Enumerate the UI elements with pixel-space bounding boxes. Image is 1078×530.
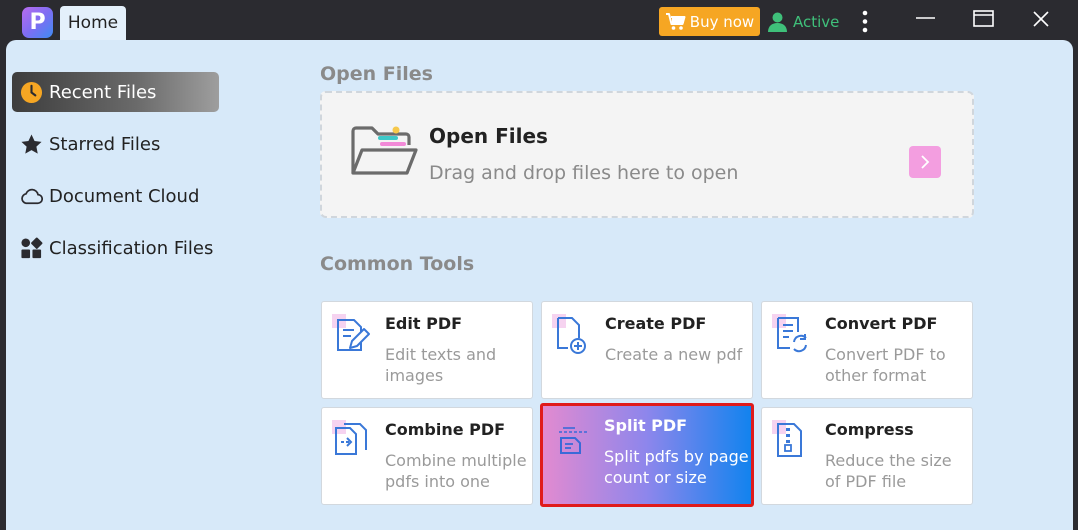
user-icon bbox=[768, 12, 787, 32]
open-files-heading: Open Files bbox=[320, 63, 433, 85]
category-icon bbox=[21, 237, 43, 258]
tool-create-pdf[interactable]: Create PDF Create a new pdf bbox=[541, 301, 753, 399]
account-status[interactable]: Active bbox=[768, 8, 839, 36]
tool-title: Edit PDF bbox=[385, 314, 463, 333]
minimize-icon bbox=[916, 17, 935, 19]
chevron-right-icon bbox=[921, 155, 930, 169]
tool-description: Reduce the size of PDF file bbox=[825, 451, 952, 491]
tool-split-pdf[interactable]: Split PDF Split pdfs by page count or si… bbox=[540, 403, 754, 507]
tool-description: Create a new pdf bbox=[605, 345, 743, 364]
status-label: Active bbox=[793, 13, 840, 31]
maximize-icon bbox=[973, 10, 994, 27]
cloud-icon bbox=[21, 188, 43, 204]
edit-pdf-icon bbox=[332, 314, 370, 351]
tab-home[interactable]: Home bbox=[60, 6, 126, 40]
sidebar-item-starred-files[interactable]: Starred Files bbox=[12, 124, 219, 164]
combine-pdf-icon bbox=[332, 420, 367, 455]
tool-title: Create PDF bbox=[605, 314, 707, 333]
tool-title: Compress bbox=[825, 420, 914, 439]
buy-now-button[interactable]: Buy now bbox=[659, 7, 760, 36]
tool-combine-pdf[interactable]: Combine PDF Combine multiple pdfs into o… bbox=[321, 407, 533, 505]
split-pdf-icon bbox=[559, 427, 587, 454]
convert-pdf-icon bbox=[772, 314, 807, 353]
close-button[interactable] bbox=[1019, 4, 1063, 34]
tool-description: Combine multiple pdfs into one bbox=[385, 451, 527, 491]
sidebar-item-document-cloud[interactable]: Document Cloud bbox=[12, 176, 219, 216]
app-logo: P bbox=[22, 7, 53, 38]
maximize-button[interactable] bbox=[961, 4, 1005, 34]
tool-edit-pdf[interactable]: Edit PDF Edit texts and images bbox=[321, 301, 533, 399]
star-icon bbox=[21, 133, 42, 154]
tool-title: Convert PDF bbox=[825, 314, 938, 333]
tool-description: Split pdfs by page count or size bbox=[604, 447, 749, 487]
open-folder-icon bbox=[351, 126, 418, 175]
open-files-arrow-button[interactable] bbox=[909, 146, 941, 178]
buy-now-label: Buy now bbox=[689, 12, 755, 31]
tool-convert-pdf[interactable]: Convert PDF Convert PDF to other format bbox=[761, 301, 973, 399]
tool-title: Split PDF bbox=[604, 416, 688, 435]
common-tools-heading: Common Tools bbox=[320, 253, 475, 275]
open-files-title: Open Files bbox=[429, 124, 548, 148]
home-content: Recent Files Starred Files Document Clou… bbox=[6, 40, 1073, 530]
close-icon bbox=[1033, 11, 1049, 27]
sidebar-item-label: Starred Files bbox=[49, 133, 161, 155]
create-pdf-icon bbox=[552, 314, 586, 354]
tool-compress[interactable]: Compress Reduce the size of PDF file bbox=[761, 407, 973, 505]
more-options-icon[interactable] bbox=[855, 8, 875, 36]
sidebar-item-classification-files[interactable]: Classification Files bbox=[12, 228, 219, 268]
open-files-subtitle: Drag and drop files here to open bbox=[429, 162, 739, 184]
tool-description: Edit texts and images bbox=[385, 345, 497, 385]
sidebar-item-label: Classification Files bbox=[49, 237, 214, 259]
tool-description: Convert PDF to other format bbox=[825, 345, 946, 385]
cart-icon bbox=[665, 12, 686, 30]
compress-icon bbox=[772, 420, 802, 457]
minimize-button[interactable] bbox=[903, 4, 947, 34]
sidebar-item-label: Recent Files bbox=[49, 81, 157, 103]
sidebar-item-label: Document Cloud bbox=[49, 185, 200, 207]
title-bar: P Home Buy now Active bbox=[0, 0, 1078, 40]
sidebar-item-recent-files[interactable]: Recent Files bbox=[12, 72, 219, 112]
clock-icon bbox=[20, 81, 43, 103]
tool-title: Combine PDF bbox=[385, 420, 506, 439]
open-files-drop-zone[interactable]: Open Files Drag and drop files here to o… bbox=[320, 91, 974, 218]
